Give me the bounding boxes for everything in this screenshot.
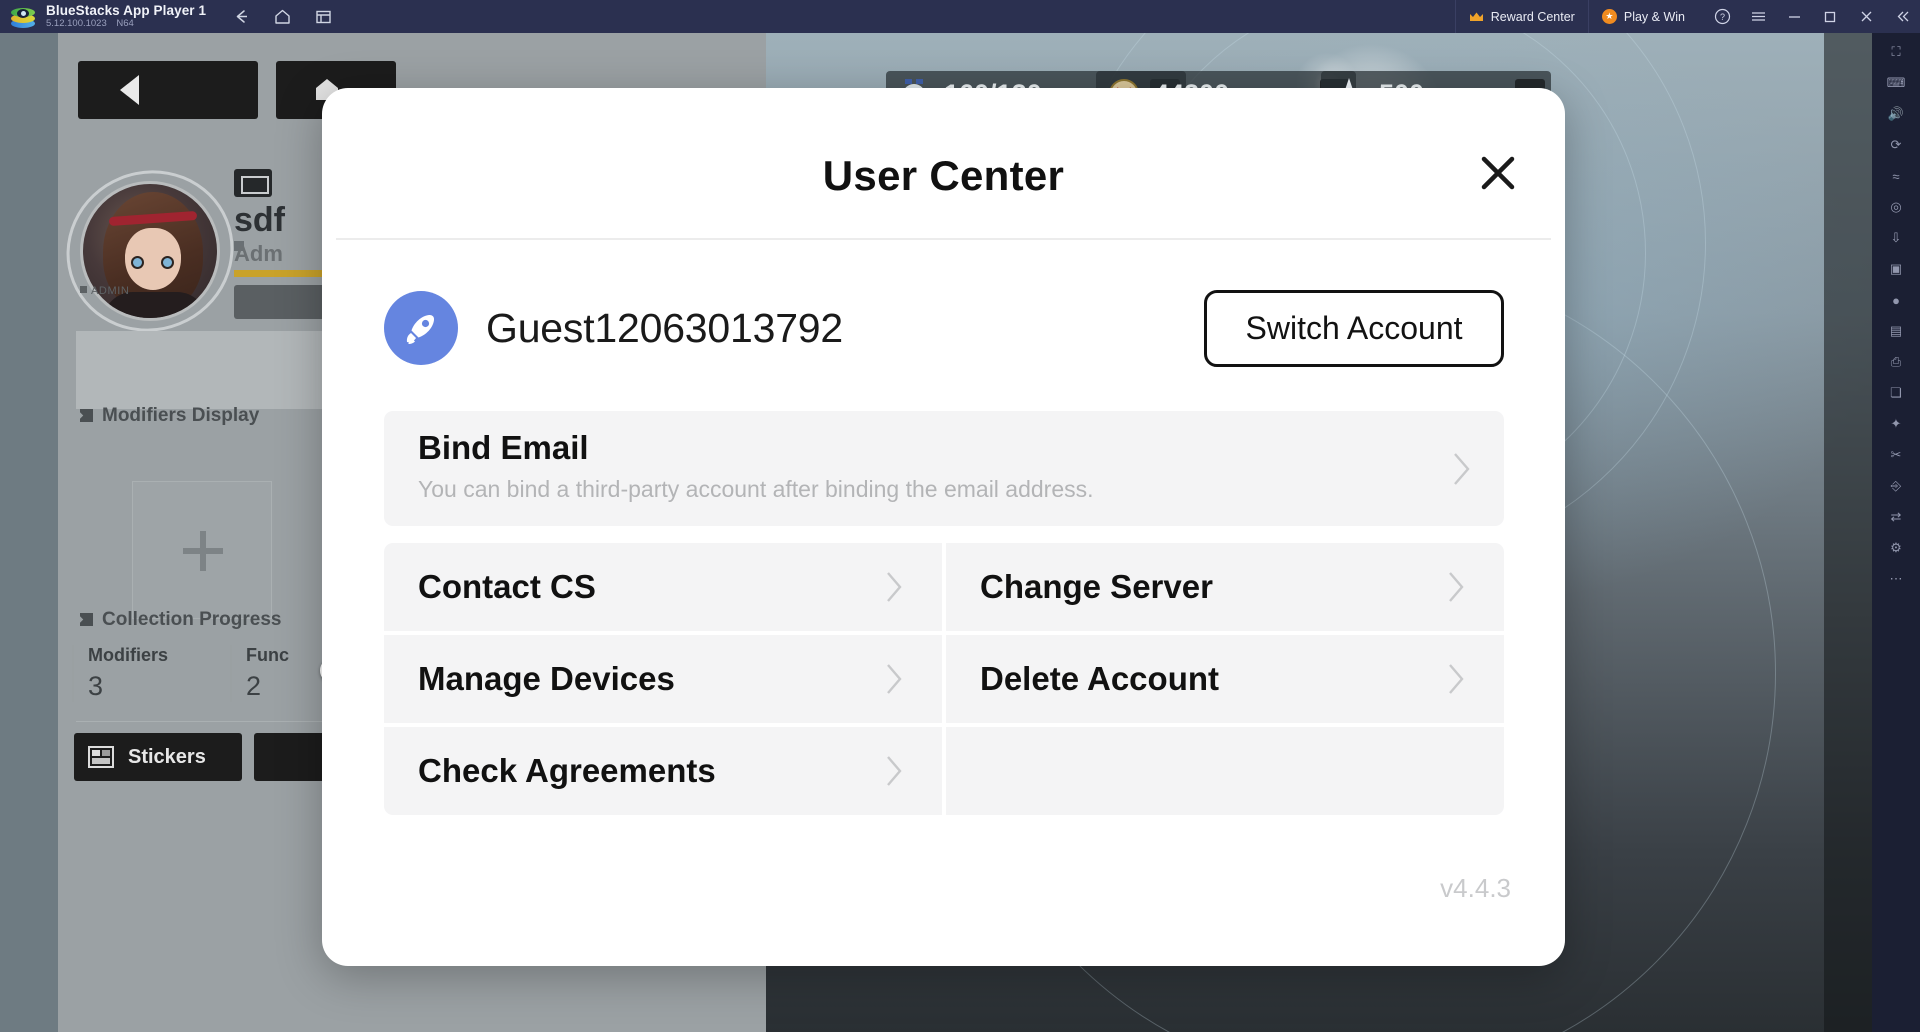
menu-icon[interactable] bbox=[1740, 0, 1776, 33]
tile-label: Change Server bbox=[980, 568, 1213, 605]
reward-center-button[interactable]: Reward Center bbox=[1454, 0, 1588, 33]
sidebar-keymap-icon[interactable]: ⌨ bbox=[1884, 71, 1908, 95]
app-title: BlueStacks App Player 1 bbox=[46, 2, 207, 18]
titlebar-nav-icons bbox=[232, 7, 333, 26]
maximize-icon[interactable] bbox=[1812, 0, 1848, 33]
page-title: User Center bbox=[822, 152, 1065, 199]
user-center-tile-grid: Contact CS Change Server Manage Devices bbox=[384, 543, 1504, 819]
tile-row: Check Agreements bbox=[384, 727, 1504, 815]
sidebar-record-icon[interactable]: ● bbox=[1884, 288, 1908, 312]
tile-label: Contact CS bbox=[418, 568, 596, 605]
back-arrow-icon[interactable] bbox=[232, 7, 251, 26]
tile-contact-cs[interactable]: Contact CS bbox=[384, 543, 942, 631]
app-version-label: v4.4.3 bbox=[1440, 873, 1511, 903]
sidebar-fullscreen-icon[interactable]: ⛶ bbox=[1884, 40, 1908, 64]
sidebar-settings-icon[interactable]: ⚙ bbox=[1884, 536, 1908, 560]
sidebar-sync-icon[interactable]: ⇄ bbox=[1884, 505, 1908, 529]
tile-empty bbox=[946, 727, 1504, 815]
switch-account-button[interactable]: Switch Account bbox=[1204, 289, 1504, 367]
home-icon[interactable] bbox=[273, 7, 292, 26]
close-icon[interactable] bbox=[1475, 150, 1521, 196]
account-row: Guest12063013792 Switch Account bbox=[384, 278, 1504, 378]
sidebar-more-icon[interactable]: ⋯ bbox=[1884, 567, 1908, 591]
switch-account-label: Switch Account bbox=[1245, 309, 1463, 346]
modal-divider bbox=[336, 238, 1551, 240]
tile-row: Manage Devices Delete Account bbox=[384, 635, 1504, 723]
help-icon[interactable]: ? bbox=[1704, 0, 1740, 33]
chevron-right-icon bbox=[885, 754, 904, 788]
app-engine: N64 bbox=[116, 18, 134, 30]
sidebar-screenshot-icon[interactable]: ▣ bbox=[1884, 257, 1908, 281]
bind-email-card[interactable]: Bind Email You can bind a third-party ac… bbox=[384, 411, 1504, 526]
tile-change-server[interactable]: Change Server bbox=[946, 543, 1504, 631]
titlebar-right-group: Reward Center Play & Win ? bbox=[1454, 0, 1920, 33]
bluestacks-logo-icon bbox=[10, 4, 36, 30]
svg-text:?: ? bbox=[1719, 12, 1724, 22]
modal-overlay: User Center Guest12063013792 Switch Acco… bbox=[0, 33, 1872, 1032]
bluestacks-titlebar: BlueStacks App Player 1 5.12.100.1023 N6… bbox=[0, 0, 1920, 33]
minimize-icon[interactable] bbox=[1776, 0, 1812, 33]
star-badge-icon bbox=[1601, 9, 1617, 24]
sidebar-shake-icon[interactable]: ≈ bbox=[1884, 164, 1908, 188]
sidebar-eco-icon[interactable]: ✦ bbox=[1884, 412, 1908, 436]
sidebar-media-icon[interactable]: ▤ bbox=[1884, 319, 1908, 343]
bluestacks-sidebar: ⛶ ⌨ 🔊 ⟳ ≈ ◎ ⇩ ▣ ● ▤ ⎙ ❏ ✦ ✂ ⎆ ⇄ ⚙ ⋯ bbox=[1872, 33, 1920, 1032]
titlebar-text-block: BlueStacks App Player 1 5.12.100.1023 N6… bbox=[46, 3, 206, 30]
sidebar-install-apk-icon[interactable]: ⇩ bbox=[1884, 226, 1908, 250]
chevron-right-icon bbox=[1447, 662, 1466, 696]
reward-center-label: Reward Center bbox=[1490, 9, 1575, 24]
window-controls: ? bbox=[1704, 0, 1920, 33]
sidebar-multi-instance-icon[interactable]: ❏ bbox=[1884, 381, 1908, 405]
multi-instance-icon[interactable] bbox=[314, 7, 333, 26]
chevron-right-icon bbox=[1452, 451, 1472, 487]
tile-delete-account[interactable]: Delete Account bbox=[946, 635, 1504, 723]
user-center-dialog: User Center Guest12063013792 Switch Acco… bbox=[322, 88, 1565, 966]
sidebar-volume-icon[interactable]: 🔊 bbox=[1884, 102, 1908, 126]
tile-manage-devices[interactable]: Manage Devices bbox=[384, 635, 942, 723]
sidebar-trim-icon[interactable]: ✂ bbox=[1884, 443, 1908, 467]
tile-row: Contact CS Change Server bbox=[384, 543, 1504, 631]
sidebar-rotate-icon[interactable]: ⟳ bbox=[1884, 133, 1908, 157]
tile-label: Manage Devices bbox=[418, 660, 675, 697]
sidebar-script-icon[interactable]: ⎆ bbox=[1884, 474, 1908, 498]
tile-label: Check Agreements bbox=[418, 752, 716, 789]
collapse-icon[interactable] bbox=[1884, 0, 1920, 33]
bind-email-subtitle: You can bind a third-party account after… bbox=[418, 476, 1094, 502]
guest-username: Guest12063013792 bbox=[486, 304, 844, 351]
app-version-line: 5.12.100.1023 N64 bbox=[46, 18, 206, 30]
bind-email-title: Bind Email bbox=[418, 429, 589, 466]
chevron-right-icon bbox=[1447, 570, 1466, 604]
chevron-right-icon bbox=[885, 662, 904, 696]
close-icon[interactable] bbox=[1848, 0, 1884, 33]
sidebar-location-icon[interactable]: ◎ bbox=[1884, 195, 1908, 219]
rocket-icon bbox=[384, 291, 458, 365]
sidebar-macro-icon[interactable]: ⎙ bbox=[1884, 350, 1908, 374]
play-and-win-button[interactable]: Play & Win bbox=[1587, 0, 1698, 33]
tile-label: Delete Account bbox=[980, 660, 1219, 697]
chevron-right-icon bbox=[885, 570, 904, 604]
crown-icon bbox=[1469, 11, 1484, 23]
play-and-win-label: Play & Win bbox=[1623, 9, 1685, 24]
app-version: 5.12.100.1023 bbox=[46, 18, 107, 30]
tile-check-agreements[interactable]: Check Agreements bbox=[384, 727, 942, 815]
